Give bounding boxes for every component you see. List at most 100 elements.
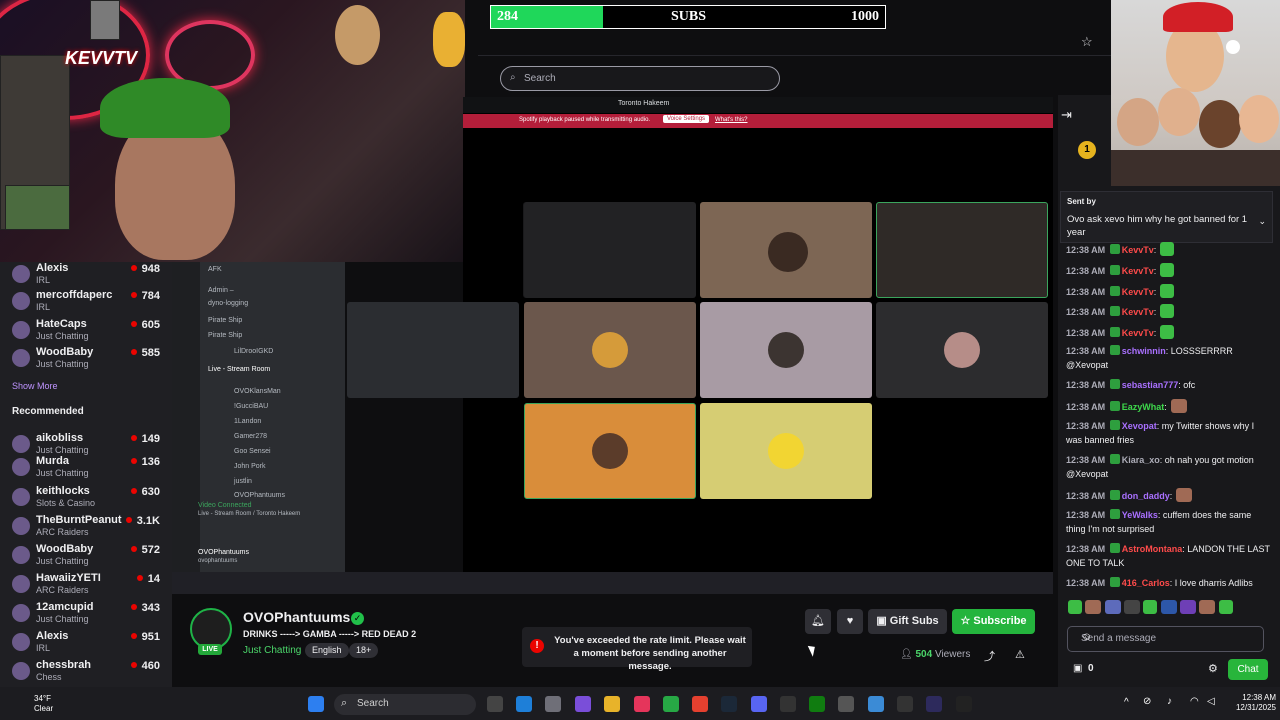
voice-member[interactable]: Gamer278 <box>234 433 267 440</box>
discord-icon[interactable] <box>751 696 767 712</box>
chat-settings-gear-icon[interactable]: ⚙ <box>1208 662 1218 675</box>
channel-category[interactable]: Admin – <box>208 287 234 294</box>
video-tile[interactable] <box>700 403 872 499</box>
unreal-icon[interactable] <box>956 696 972 712</box>
share-icon[interactable]: ⤴ <box>984 648 995 664</box>
weather-widget[interactable]: 34°F Clear <box>8 694 53 714</box>
video-tile[interactable] <box>524 403 696 499</box>
chat-username[interactable]: 416_Carlos <box>1122 578 1170 588</box>
tag-english[interactable]: English <box>305 643 349 658</box>
emote-icon[interactable] <box>1218 600 1233 614</box>
video-tile[interactable] <box>876 302 1048 398</box>
emote-icon[interactable] <box>1085 600 1102 614</box>
voice-member[interactable]: Goo Sensei <box>234 448 271 455</box>
recommended-channel-item[interactable]: 12amcupid Just Chatting 343 <box>12 601 172 631</box>
tag-18plus[interactable]: 18+ <box>349 643 379 658</box>
settings-icon[interactable] <box>545 696 561 712</box>
video-tile[interactable] <box>700 202 872 298</box>
followed-channel-item[interactable]: WoodBaby Just Chatting 585 <box>12 346 172 376</box>
emote-icon[interactable] <box>1068 600 1082 614</box>
chat-username[interactable]: KevvTv <box>1122 307 1154 317</box>
media-player-icon[interactable] <box>926 696 942 712</box>
channel-item[interactable]: AFK <box>208 266 222 273</box>
follow-heart-icon[interactable]: ♥ <box>837 609 863 634</box>
recommended-channel-item[interactable]: Murda Just Chatting 136 <box>12 455 172 485</box>
chat-username[interactable]: Kiara_xo <box>1122 455 1160 465</box>
search-input[interactable]: ⌕ Search <box>500 66 780 91</box>
emote-icon[interactable] <box>1143 600 1158 614</box>
stream-category-link[interactable]: Just Chatting <box>243 645 301 656</box>
channel-name[interactable]: OVOPhantuums <box>243 609 350 625</box>
chat-input[interactable]: Send a message ☺ <box>1067 626 1264 652</box>
collapse-chat-icon[interactable]: ⇥ <box>1061 107 1072 123</box>
pinned-message[interactable]: Sent by Ovo ask xevo him why he got bann… <box>1060 191 1273 243</box>
channel-item[interactable]: Pirate Ship <box>208 332 242 339</box>
microphone-icon[interactable]: ♪ <box>1167 696 1172 707</box>
chat-username[interactable]: don_daddy <box>1122 491 1170 501</box>
channel-item[interactable]: dyno-logging <box>208 300 248 307</box>
app-icon[interactable] <box>838 696 854 712</box>
voice-member[interactable]: LilDrooIGKD <box>234 348 273 355</box>
voice-member[interactable]: OVOKlansMan <box>234 388 281 395</box>
task-view-icon[interactable] <box>487 696 503 712</box>
report-warning-icon[interactable]: ⚠ <box>1015 648 1025 661</box>
gift-subs-button[interactable]: ▣ Gift Subs <box>868 609 947 634</box>
wifi-icon[interactable]: ◠ <box>1190 696 1199 707</box>
emote-icon[interactable] <box>1180 600 1197 614</box>
chat-username[interactable]: sebastian777 <box>1122 380 1179 390</box>
recommended-channel-item[interactable]: WoodBaby Just Chatting 572 <box>12 543 172 573</box>
followed-channel-item[interactable]: Alexis IRL 948 <box>12 262 172 292</box>
followed-channel-item[interactable]: mercoffdaperc IRL 784 <box>12 289 172 319</box>
copilot-icon[interactable] <box>575 696 591 712</box>
video-tile[interactable] <box>876 202 1048 298</box>
favorite-star-icon[interactable]: ☆ <box>1081 34 1093 50</box>
voice-member[interactable]: OVOPhantuums <box>234 492 285 499</box>
chevron-down-icon[interactable]: ⌄ <box>1258 216 1266 227</box>
video-tile[interactable] <box>700 302 872 398</box>
chat-username[interactable]: KevvTv <box>1122 328 1154 338</box>
emote-icon[interactable] <box>1199 600 1216 614</box>
video-tile[interactable] <box>524 202 696 298</box>
recommended-channel-item[interactable]: HawaiizYETI ARC Raiders 14 <box>12 572 172 602</box>
emote-icon[interactable] <box>1124 600 1141 614</box>
xbox-icon[interactable] <box>809 696 825 712</box>
epic-icon[interactable] <box>780 696 796 712</box>
music-icon[interactable] <box>634 696 650 712</box>
whats-this-link[interactable]: What's this? <box>715 117 748 123</box>
voice-settings-button[interactable]: Voice Settings <box>663 115 710 123</box>
edge-icon[interactable] <box>516 696 532 712</box>
chat-username[interactable]: schwinnin <box>1122 346 1166 356</box>
chat-send-button[interactable]: Chat <box>1228 659 1268 680</box>
chat-username[interactable]: Xevopat <box>1122 421 1157 431</box>
recommended-channel-item[interactable]: keithlocks Slots & Casino 630 <box>12 485 172 515</box>
network-icon[interactable]: ⊘ <box>1143 696 1151 707</box>
photos-icon[interactable] <box>868 696 884 712</box>
subscribe-button[interactable]: ☆ Subscribe <box>952 609 1035 634</box>
recommended-channel-item[interactable]: Alexis IRL 951 <box>12 630 172 660</box>
channel-points-icon[interactable]: ▣ <box>1073 663 1082 674</box>
video-tile[interactable] <box>524 302 696 398</box>
chat-username[interactable]: KevvTv <box>1122 266 1154 276</box>
chat-username[interactable]: KevvTv <box>1122 287 1154 297</box>
steam-icon[interactable] <box>721 696 737 712</box>
followed-channel-item[interactable]: HateCaps Just Chatting 605 <box>12 318 172 348</box>
emote-icon[interactable] <box>1160 600 1177 614</box>
voice-member[interactable]: 1Landon <box>234 418 261 425</box>
voice-member[interactable]: justlin <box>234 478 252 485</box>
show-more-link[interactable]: Show More <box>12 381 58 391</box>
voice-member[interactable]: John Pork <box>234 463 266 470</box>
taskbar-search[interactable]: ⌕ Search <box>334 694 476 715</box>
voice-member[interactable]: !GucciBAU <box>234 403 268 410</box>
video-tile[interactable] <box>347 302 519 398</box>
channel-item[interactable]: Pirate Ship <box>208 317 242 324</box>
chrome-icon[interactable] <box>692 696 708 712</box>
volume-icon[interactable]: ◁ <box>1207 696 1215 707</box>
chat-username[interactable]: AstroMontana <box>1122 544 1183 554</box>
taskbar-clock[interactable]: 12:38 AM 12/31/2025 <box>1228 693 1276 713</box>
recommended-channel-item[interactable]: TheBurntPeanut ARC Raiders 3.1K <box>12 514 172 544</box>
channel-item-active[interactable]: Live - Stream Room <box>208 366 270 373</box>
excel-icon[interactable] <box>663 696 679 712</box>
windows-start-icon[interactable] <box>308 696 324 712</box>
tray-chevron-icon[interactable]: ^ <box>1124 697 1129 708</box>
chat-username[interactable]: YeWalks <box>1122 510 1158 520</box>
